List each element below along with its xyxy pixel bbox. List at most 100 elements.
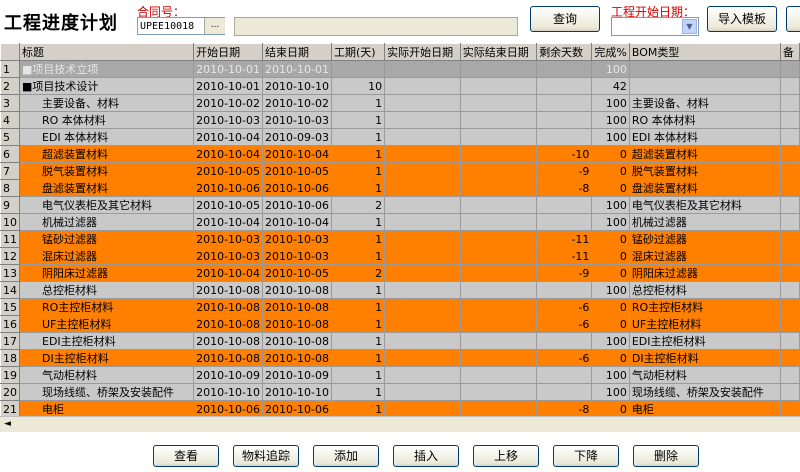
cell-title[interactable]: EDI 本体材料	[18, 128, 195, 146]
cell-remaining-days[interactable]	[536, 111, 593, 129]
table-row[interactable]: 16 UF主控柜材料 2010-10-08 2010-10-08 1 -6 0 UF主控柜材料	[0, 315, 800, 333]
cell-duration[interactable]: 1	[330, 366, 386, 384]
cell-remaining-days[interactable]	[536, 94, 593, 112]
table-row[interactable]: 11 锰砂过滤器 2010-10-03 2010-10-03 1 -11 0 锰砂过滤器	[0, 230, 800, 248]
cell-percent-complete[interactable]: 0	[591, 298, 630, 316]
cell-bom-type[interactable]: EDI 本体材料	[628, 128, 781, 146]
row-number[interactable]: 10	[0, 213, 20, 231]
cell-percent-complete[interactable]: 100	[591, 332, 630, 350]
cell-start-date[interactable]: 2010-10-04	[193, 264, 264, 282]
row-number[interactable]: 11	[0, 230, 20, 248]
cell-notes[interactable]	[779, 281, 800, 299]
cell-notes[interactable]	[779, 247, 800, 265]
cell-remaining-days[interactable]: -8	[536, 179, 593, 197]
cell-actual-end[interactable]	[459, 111, 538, 129]
cell-duration[interactable]: 10	[330, 77, 386, 95]
column-header-start-date[interactable]: 开始日期	[193, 43, 264, 61]
cell-bom-type[interactable]: 电气仪表柜及其它材料	[628, 196, 781, 214]
row-number[interactable]: 2	[0, 77, 20, 95]
delete-button[interactable]: 删除	[633, 445, 699, 467]
cell-duration[interactable]: 1	[330, 383, 386, 401]
table-row[interactable]: 10 机械过滤器 2010-10-04 2010-10-04 1 100 机械过滤器	[0, 213, 800, 231]
cell-actual-start[interactable]	[384, 400, 461, 418]
cell-actual-start[interactable]	[384, 230, 461, 248]
cell-duration[interactable]: 1	[330, 111, 386, 129]
cell-title[interactable]: 混床过滤器	[18, 247, 195, 265]
cell-percent-complete[interactable]: 0	[591, 247, 630, 265]
cell-start-date[interactable]: 2010-10-02	[193, 94, 264, 112]
cell-notes[interactable]	[779, 128, 800, 146]
cell-bom-type[interactable]: 机械过滤器	[628, 213, 781, 231]
cell-remaining-days[interactable]: -11	[536, 247, 593, 265]
table-row[interactable]: 1 ■项目技术立项 2010-10-01 2010-10-01 100	[0, 60, 800, 78]
table-row[interactable]: 12 混床过滤器 2010-10-03 2010-10-03 1 -11 0 混床过滤器	[0, 247, 800, 265]
cell-notes[interactable]	[779, 349, 800, 367]
cell-bom-type[interactable]: 锰砂过滤器	[628, 230, 781, 248]
cell-actual-start[interactable]	[384, 383, 461, 401]
cell-title[interactable]: 气动柜材料	[18, 366, 195, 384]
cell-end-date[interactable]: 2010-10-10	[262, 77, 332, 95]
cell-actual-end[interactable]	[459, 77, 538, 95]
cell-actual-start[interactable]	[384, 196, 461, 214]
row-number[interactable]: 16	[0, 315, 20, 333]
cell-end-date[interactable]: 2010-10-05	[262, 162, 332, 180]
cell-actual-end[interactable]	[459, 366, 538, 384]
cell-duration[interactable]: 1	[330, 349, 386, 367]
cell-actual-end[interactable]	[459, 247, 538, 265]
cell-duration[interactable]: 1	[330, 179, 386, 197]
cell-start-date[interactable]: 2010-10-10	[193, 383, 264, 401]
cell-duration[interactable]	[330, 60, 386, 78]
start-date-select[interactable]: ▼	[611, 17, 699, 36]
move-up-button[interactable]: 上移	[473, 445, 539, 467]
cell-notes[interactable]	[779, 383, 800, 401]
cell-actual-end[interactable]	[459, 332, 538, 350]
cell-bom-type[interactable]: RO 本体材料	[628, 111, 781, 129]
cell-bom-type[interactable]	[628, 77, 781, 95]
cell-end-date[interactable]: 2010-10-04	[262, 145, 332, 163]
cell-title[interactable]: 超滤装置材料	[18, 145, 195, 163]
cell-actual-end[interactable]	[459, 349, 538, 367]
table-row[interactable]: 13 阴阳床过滤器 2010-10-04 2010-10-05 2 -9 0 阴阳床过滤器	[0, 264, 800, 282]
cell-bom-type[interactable]: UF主控柜材料	[628, 315, 781, 333]
cell-actual-start[interactable]	[384, 315, 461, 333]
cell-percent-complete[interactable]: 0	[591, 162, 630, 180]
column-header-duration[interactable]: 工期(天)	[330, 43, 386, 61]
table-row[interactable]: 6 超滤装置材料 2010-10-04 2010-10-04 1 -10 0 超滤装置材料	[0, 145, 800, 163]
cell-end-date[interactable]: 2010-10-08	[262, 349, 332, 367]
cell-actual-end[interactable]	[459, 281, 538, 299]
cell-duration[interactable]: 2	[330, 264, 386, 282]
table-row[interactable]: 19 气动柜材料 2010-10-09 2010-10-09 1 100 气动柜材料	[0, 366, 800, 384]
cell-notes[interactable]	[779, 77, 800, 95]
cell-title[interactable]: 锰砂过滤器	[18, 230, 195, 248]
cell-bom-type[interactable]: 总控柜材料	[628, 281, 781, 299]
cell-actual-end[interactable]	[459, 213, 538, 231]
cell-end-date[interactable]: 2010-10-06	[262, 179, 332, 197]
cell-duration[interactable]: 1	[330, 94, 386, 112]
cell-remaining-days[interactable]: -9	[536, 162, 593, 180]
cell-notes[interactable]	[779, 145, 800, 163]
cell-bom-type[interactable]: 脱气装置材料	[628, 162, 781, 180]
cell-title[interactable]: 脱气装置材料	[18, 162, 195, 180]
cell-actual-start[interactable]	[384, 332, 461, 350]
cell-end-date[interactable]: 2010-10-08	[262, 332, 332, 350]
cell-end-date[interactable]: 2010-10-05	[262, 264, 332, 282]
column-header-remaining-days[interactable]: 剩余天数	[536, 43, 593, 61]
cell-percent-complete[interactable]: 100	[591, 60, 630, 78]
cell-percent-complete[interactable]: 0	[591, 145, 630, 163]
cell-start-date[interactable]: 2010-10-08	[193, 315, 264, 333]
row-number[interactable]: 4	[0, 111, 20, 129]
cell-remaining-days[interactable]	[536, 213, 593, 231]
cell-percent-complete[interactable]: 42	[591, 77, 630, 95]
row-number[interactable]: 14	[0, 281, 20, 299]
cell-bom-type[interactable]: EDI主控柜材料	[628, 332, 781, 350]
cell-duration[interactable]: 1	[330, 230, 386, 248]
cell-actual-end[interactable]	[459, 383, 538, 401]
cell-title[interactable]: RO 本体材料	[18, 111, 195, 129]
cell-actual-start[interactable]	[384, 162, 461, 180]
cell-notes[interactable]	[779, 332, 800, 350]
row-number[interactable]: 3	[0, 94, 20, 112]
cell-actual-start[interactable]	[384, 281, 461, 299]
cell-end-date[interactable]: 2010-10-08	[262, 315, 332, 333]
cell-percent-complete[interactable]: 0	[591, 179, 630, 197]
cell-actual-start[interactable]	[384, 77, 461, 95]
